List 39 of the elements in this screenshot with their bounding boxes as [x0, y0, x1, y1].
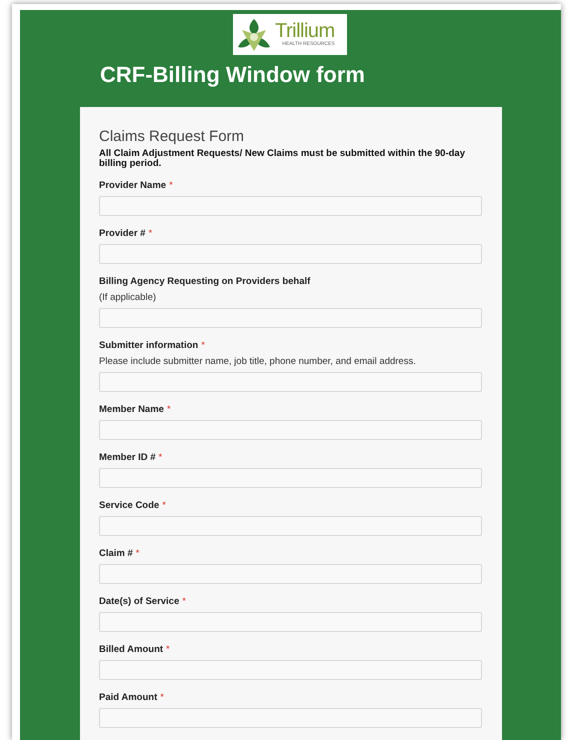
input-field[interactable] [99, 660, 482, 680]
field-label: Member Name [99, 404, 164, 416]
required-asterisk: * [166, 404, 171, 416]
required-asterisk: * [148, 228, 152, 240]
field-label: Member ID # [99, 452, 156, 464]
field-label: Provider Name [99, 180, 166, 192]
input-field[interactable] [99, 564, 482, 584]
input-field[interactable] [99, 196, 482, 216]
field-hint: (If applicable) [99, 292, 158, 304]
input-field[interactable] [99, 244, 482, 264]
input-field[interactable] [99, 612, 482, 632]
required-asterisk: * [169, 180, 173, 192]
input-field[interactable] [99, 372, 482, 392]
input-field[interactable] [99, 420, 482, 440]
field-label: Provider # [99, 228, 146, 240]
field-label: Billing Agency Requesting on Providers behalf [99, 276, 310, 288]
required-asterisk: * [201, 340, 205, 352]
field-label: Date(s) of Service [99, 596, 180, 608]
notice-text: All Claim Adjustment Requests/ New Claims must be submitted within the 90-day billing period. [99, 149, 466, 169]
required-asterisk: * [136, 548, 140, 560]
input-field[interactable] [99, 308, 482, 328]
field-label: Claim # [99, 548, 133, 560]
field-label: Service Code [99, 500, 160, 512]
section-heading: Claims Request Form [99, 127, 246, 147]
required-asterisk: * [166, 644, 170, 656]
field-label: Submitter information [99, 340, 198, 352]
form-title: CRF-Billing Window form [100, 61, 366, 89]
input-field[interactable] [99, 516, 482, 536]
required-asterisk: * [160, 692, 164, 704]
trillium-icon [236, 16, 272, 52]
required-asterisk: * [158, 452, 162, 464]
input-field[interactable] [99, 468, 482, 488]
field-hint: Please include submitter name, job title, phone number, and email address. [99, 356, 417, 368]
input-field[interactable] [99, 708, 482, 728]
logo-name: Trillium [275, 21, 335, 41]
field-label: Paid Amount [99, 692, 158, 704]
required-asterisk: * [162, 500, 166, 512]
field-label: Billed Amount [99, 644, 164, 656]
required-asterisk: * [182, 596, 186, 608]
